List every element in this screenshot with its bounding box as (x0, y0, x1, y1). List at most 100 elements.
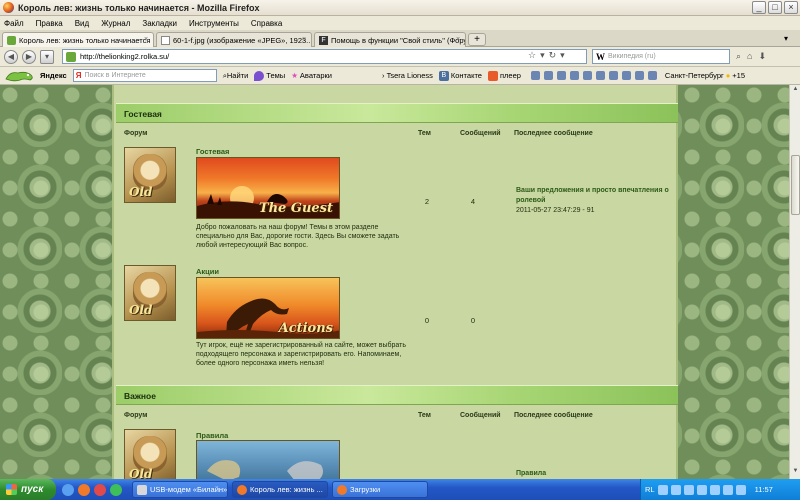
search-input[interactable]: W Википедия (ru) (592, 49, 730, 64)
menu-help[interactable]: Справка (251, 19, 282, 28)
home-icon[interactable]: ⌂ (747, 51, 752, 62)
close-icon[interactable]: × (300, 36, 308, 44)
menu-edit[interactable]: Правка (36, 19, 63, 28)
update-icon[interactable] (709, 484, 720, 495)
security-icon[interactable] (735, 484, 746, 495)
vertical-scrollbar[interactable]: ▲ ▼ (789, 85, 800, 479)
gift-icon[interactable] (582, 71, 592, 80)
yandex-icon: Я (75, 71, 82, 80)
close-icon[interactable]: × (142, 36, 150, 44)
last-post-link[interactable]: Ваши предложения и просто впечатления о … (516, 186, 676, 206)
dropdown-arrow-icon[interactable]: ▾ (540, 50, 545, 61)
menu-tools[interactable]: Инструменты (189, 19, 239, 28)
last-post: Ваши предложения и просто впечатления о … (516, 186, 676, 216)
yandex-themes-button[interactable]: Темы (254, 70, 285, 81)
start-button[interactable]: пуск (0, 479, 56, 500)
chrome-icon[interactable] (110, 483, 122, 496)
opera-icon[interactable] (94, 483, 106, 496)
yandex-search-input[interactable]: Я Поиск в Интернете (72, 69, 217, 82)
chat-icon[interactable] (647, 71, 657, 80)
category-header-important[interactable]: Важное (116, 385, 678, 405)
url-bar[interactable]: http://thelionking2.rolka.su/ (62, 49, 587, 64)
language-indicator[interactable]: RL (645, 485, 655, 494)
last-post-link[interactable]: Правила (516, 469, 676, 479)
forum-row-actions: Old Акции Actions Тут игрок, ещё не заре… (116, 263, 678, 383)
map-icon[interactable] (569, 71, 579, 80)
new-tab-button[interactable]: + (468, 33, 486, 46)
reload-icon[interactable]: ↻ (549, 50, 557, 61)
close-button[interactable]: × (784, 1, 798, 14)
yandex-find-button[interactable]: ⌕ Найти (223, 71, 249, 81)
picture-icon[interactable] (595, 71, 605, 80)
usb-icon[interactable] (722, 484, 733, 495)
scrollbar-thumb[interactable] (791, 155, 800, 215)
bookmark-star-icon[interactable]: ☆ (528, 50, 536, 61)
avatar-label: Old (129, 467, 153, 479)
banner-title: Actions (278, 321, 333, 336)
network-icon[interactable] (657, 484, 668, 495)
forum-title-link[interactable]: Акции (196, 267, 219, 276)
taskbar-button-modem[interactable]: USB-модем «Билайн» (132, 481, 228, 498)
volume-icon[interactable] (683, 484, 694, 495)
site-icon[interactable]: ▾ (40, 50, 54, 64)
clock[interactable]: 11:57 (755, 485, 773, 494)
house-icon[interactable] (556, 71, 566, 80)
scroll-down-arrow-icon[interactable]: ▼ (791, 468, 800, 478)
wikipedia-icon: W (596, 51, 605, 62)
forward-button[interactable]: ▶ (22, 50, 36, 64)
column-posts: Сообщений (460, 412, 501, 419)
taskbar-label: USB-модем «Билайн» (150, 485, 228, 494)
minimize-button[interactable]: _ (752, 1, 766, 14)
yandex-brand[interactable]: Яндекс (40, 71, 67, 80)
taskbar-button-downloads[interactable]: Загрузки (332, 481, 428, 498)
back-button[interactable]: ◀ (4, 50, 18, 64)
category-header-guest[interactable]: Гостевая (116, 103, 678, 123)
bar-chart-icon[interactable] (634, 71, 644, 80)
forum-banner[interactable] (196, 440, 340, 479)
desktop-icon[interactable] (62, 483, 74, 496)
close-icon[interactable]: × (454, 36, 462, 44)
weather-widget[interactable]: Санкт-Петербург ● +15 (665, 71, 745, 80)
maximize-button[interactable]: □ (768, 1, 782, 14)
page-content[interactable]: Гостевая Форум Тем Сообщений Последнее с… (0, 85, 789, 479)
taskbar-label: Король лев: жизнь ... (250, 485, 323, 494)
tab-lion-king[interactable]: Король лев: жизнь только начинается × (2, 32, 154, 47)
player-button[interactable]: плеер (487, 70, 521, 81)
translate-icon[interactable] (621, 71, 631, 80)
menu-file[interactable]: Файл (4, 19, 24, 28)
download-icon[interactable]: ⬇ (758, 51, 766, 62)
menu-view[interactable]: Вид (75, 19, 89, 28)
menu-bar: Файл Правка Вид Журнал Закладки Инструме… (0, 16, 800, 30)
gamepad-icon[interactable] (608, 71, 618, 80)
avatar-label: Old (129, 303, 153, 317)
menu-bookmarks[interactable]: Закладки (142, 19, 177, 28)
column-last-post: Последнее сообщение (514, 412, 593, 419)
people-icon[interactable] (543, 71, 553, 80)
window-titlebar[interactable]: Король лев: жизнь только начинается - Mo… (0, 0, 800, 16)
tab-image[interactable]: 60-1-f.jpg (изображение «JPEG», 1923... … (156, 32, 312, 47)
forum-title-link[interactable]: Гостевая (196, 147, 229, 156)
antivirus-icon[interactable] (670, 484, 681, 495)
taskbar-button-firefox[interactable]: Король лев: жизнь ... (232, 481, 328, 498)
tsera-bookmark[interactable]: › Tsera Lioness (382, 71, 433, 80)
yandex-avatars-button[interactable]: ★ Аватарки (291, 71, 332, 80)
search-icon[interactable]: ⌕ (736, 51, 741, 62)
scroll-up-arrow-icon[interactable]: ▲ (791, 86, 800, 96)
mail-icon[interactable] (530, 71, 540, 80)
modem-icon (137, 484, 147, 495)
forum-banner[interactable]: Actions (196, 277, 340, 339)
forum-description: Добро пожаловать на наш форум! Темы в эт… (196, 224, 400, 249)
menu-history[interactable]: Журнал (101, 19, 130, 28)
vkontakte-button[interactable]: B Контакте (438, 70, 482, 81)
messenger-icon[interactable] (696, 484, 707, 495)
firefox-quick-icon[interactable] (78, 483, 90, 496)
forum-title-link[interactable]: Правила (196, 431, 228, 440)
column-topics: Тем (418, 412, 431, 419)
tab-list-button[interactable]: ▾ (784, 34, 788, 43)
sun-icon: ● (725, 71, 731, 80)
dropdown-arrow-icon[interactable]: ▾ (560, 50, 565, 61)
tab-help[interactable]: F Помощь в функции "Свой стиль" (Фору...… (314, 32, 466, 47)
forum-banner[interactable]: The Guest (196, 157, 340, 219)
post-count: 4 (470, 197, 476, 206)
url-text: http://thelionking2.rolka.su/ (80, 52, 170, 61)
